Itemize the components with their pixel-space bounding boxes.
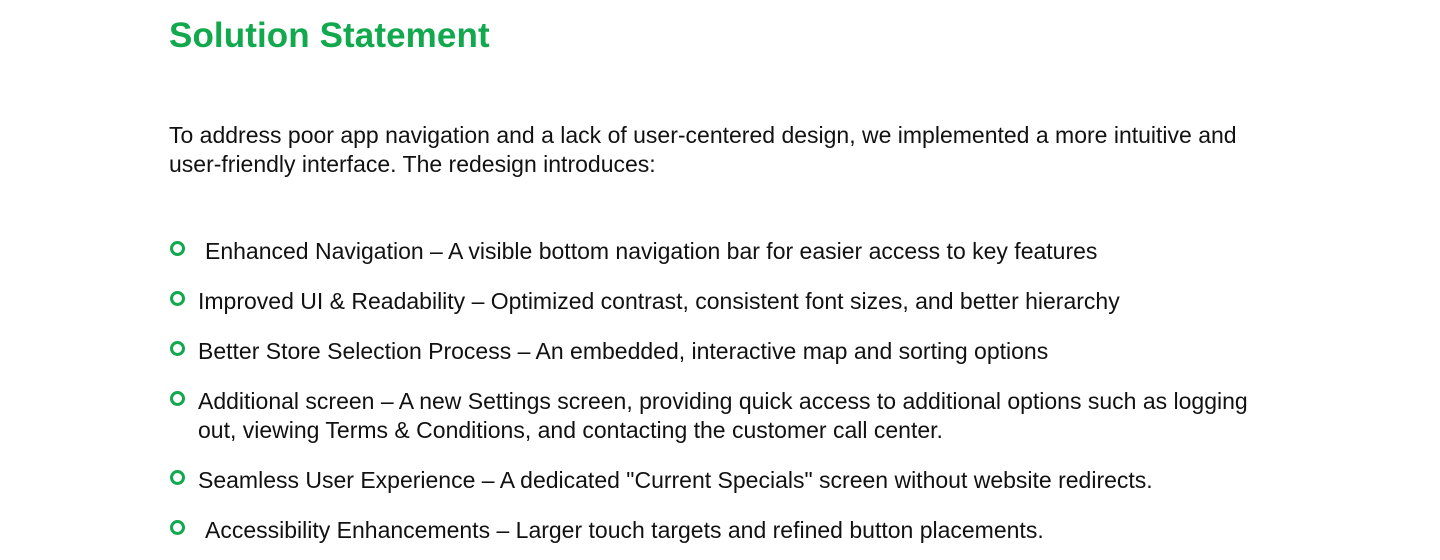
feature-item-seamless-experience: Seamless User Experience – A dedicated "…	[169, 466, 1279, 495]
feature-text: Enhanced Navigation – A visible bottom n…	[205, 238, 1098, 264]
feature-text: Additional screen – A new Settings scree…	[198, 388, 1255, 443]
feature-item-accessibility: Accessibility Enhancements – Larger touc…	[169, 516, 1279, 545]
feature-text: Seamless User Experience – A dedicated "…	[198, 467, 1153, 493]
circle-bullet-icon	[170, 520, 185, 535]
circle-bullet-icon	[170, 470, 185, 485]
feature-item-additional-screen: Additional screen – A new Settings scree…	[169, 387, 1279, 445]
feature-item-store-selection: Better Store Selection Process – An embe…	[169, 337, 1279, 366]
feature-item-improved-ui-readability: Improved UI & Readability – Optimized co…	[169, 287, 1279, 316]
feature-text: Accessibility Enhancements – Larger touc…	[205, 517, 1044, 543]
feature-list: Enhanced Navigation – A visible bottom n…	[169, 237, 1279, 545]
section-title: Solution Statement	[169, 16, 490, 55]
feature-text: Better Store Selection Process – An embe…	[198, 338, 1049, 364]
intro-paragraph: To address poor app navigation and a lac…	[169, 122, 1237, 177]
circle-bullet-icon	[170, 341, 185, 356]
circle-bullet-icon	[170, 241, 185, 256]
circle-bullet-icon	[170, 291, 185, 306]
feature-text: Improved UI & Readability – Optimized co…	[198, 288, 1120, 314]
solution-statement-section: Solution Statement To address poor app n…	[169, 0, 1279, 560]
feature-item-enhanced-navigation: Enhanced Navigation – A visible bottom n…	[169, 237, 1279, 266]
circle-bullet-icon	[170, 391, 185, 406]
